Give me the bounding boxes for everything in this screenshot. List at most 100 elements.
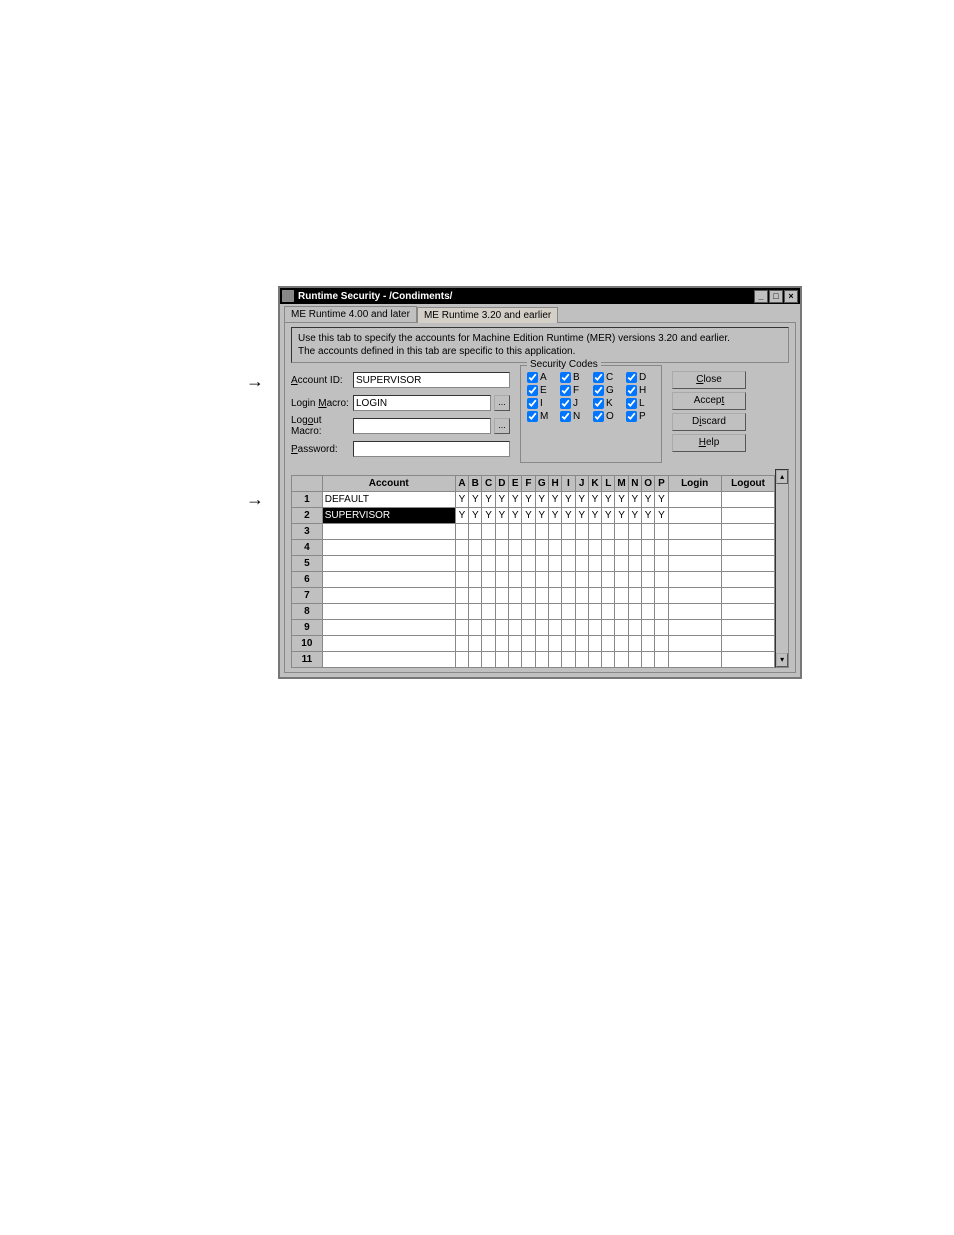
code-cell[interactable] bbox=[628, 620, 641, 636]
account-cell[interactable] bbox=[322, 636, 455, 652]
code-cell[interactable] bbox=[455, 588, 468, 604]
logout-cell[interactable] bbox=[721, 492, 775, 508]
grid-header-login[interactable]: Login bbox=[668, 476, 721, 492]
code-cell[interactable] bbox=[575, 636, 588, 652]
code-b[interactable]: B bbox=[560, 372, 589, 383]
code-cell[interactable] bbox=[575, 556, 588, 572]
accept-button[interactable]: Accept bbox=[672, 392, 746, 410]
code-cell[interactable] bbox=[495, 588, 508, 604]
grid-header-o[interactable]: O bbox=[641, 476, 654, 492]
code-cell[interactable] bbox=[575, 604, 588, 620]
code-cell[interactable] bbox=[641, 604, 654, 620]
code-c[interactable]: C bbox=[593, 372, 622, 383]
account-cell[interactable]: DEFAULT bbox=[322, 492, 455, 508]
code-h[interactable]: H bbox=[626, 385, 655, 396]
table-row[interactable]: 6 bbox=[292, 572, 775, 588]
code-cell[interactable] bbox=[562, 652, 575, 668]
code-cell[interactable] bbox=[602, 540, 615, 556]
login-cell[interactable] bbox=[668, 620, 721, 636]
code-cell[interactable] bbox=[522, 540, 535, 556]
code-l[interactable]: L bbox=[626, 398, 655, 409]
code-cell[interactable]: Y bbox=[575, 492, 588, 508]
code-cell[interactable] bbox=[588, 636, 601, 652]
code-cell[interactable] bbox=[588, 540, 601, 556]
row-number[interactable]: 5 bbox=[292, 556, 323, 572]
code-cell[interactable]: Y bbox=[602, 508, 615, 524]
row-number[interactable]: 11 bbox=[292, 652, 323, 668]
code-cell[interactable]: Y bbox=[522, 508, 535, 524]
code-cell[interactable] bbox=[641, 652, 654, 668]
logout-cell[interactable] bbox=[721, 620, 775, 636]
code-cell[interactable] bbox=[495, 540, 508, 556]
code-cell[interactable] bbox=[469, 556, 482, 572]
code-cell[interactable] bbox=[482, 636, 495, 652]
code-cell[interactable] bbox=[575, 652, 588, 668]
code-cell[interactable] bbox=[602, 620, 615, 636]
code-cell[interactable] bbox=[641, 540, 654, 556]
account-cell[interactable] bbox=[322, 604, 455, 620]
code-cell[interactable]: Y bbox=[509, 508, 522, 524]
code-cell[interactable] bbox=[628, 636, 641, 652]
grid-header-account[interactable]: Account bbox=[322, 476, 455, 492]
account-cell[interactable] bbox=[322, 540, 455, 556]
code-cell[interactable] bbox=[575, 524, 588, 540]
code-cell[interactable] bbox=[615, 572, 628, 588]
code-cell[interactable] bbox=[535, 572, 548, 588]
table-row[interactable]: 10 bbox=[292, 636, 775, 652]
code-cell[interactable] bbox=[469, 652, 482, 668]
login-cell[interactable] bbox=[668, 540, 721, 556]
row-number[interactable]: 1 bbox=[292, 492, 323, 508]
code-n[interactable]: N bbox=[560, 411, 589, 422]
code-cell[interactable]: Y bbox=[495, 492, 508, 508]
account-id-input[interactable] bbox=[353, 372, 510, 388]
code-cell[interactable] bbox=[509, 604, 522, 620]
code-cell[interactable] bbox=[482, 652, 495, 668]
row-number[interactable]: 4 bbox=[292, 540, 323, 556]
code-cell[interactable]: Y bbox=[548, 508, 561, 524]
code-cell[interactable] bbox=[509, 540, 522, 556]
code-cell[interactable]: Y bbox=[482, 508, 495, 524]
code-cell[interactable] bbox=[535, 556, 548, 572]
login-cell[interactable] bbox=[668, 492, 721, 508]
code-o[interactable]: O bbox=[593, 411, 622, 422]
code-cell[interactable]: Y bbox=[535, 508, 548, 524]
code-cell[interactable] bbox=[655, 540, 668, 556]
code-cell[interactable]: Y bbox=[562, 492, 575, 508]
grid-header-logout[interactable]: Logout bbox=[721, 476, 775, 492]
password-input[interactable] bbox=[353, 441, 510, 457]
code-cell[interactable] bbox=[615, 604, 628, 620]
code-cell[interactable] bbox=[575, 540, 588, 556]
row-number[interactable]: 9 bbox=[292, 620, 323, 636]
logout-cell[interactable] bbox=[721, 636, 775, 652]
code-cell[interactable] bbox=[615, 524, 628, 540]
login-cell[interactable] bbox=[668, 572, 721, 588]
login-cell[interactable] bbox=[668, 588, 721, 604]
code-cell[interactable] bbox=[602, 636, 615, 652]
code-cell[interactable] bbox=[588, 588, 601, 604]
grid-header-l[interactable]: L bbox=[602, 476, 615, 492]
code-cell[interactable] bbox=[615, 540, 628, 556]
code-cell[interactable] bbox=[562, 524, 575, 540]
account-cell[interactable] bbox=[322, 572, 455, 588]
code-cell[interactable] bbox=[575, 572, 588, 588]
code-cell[interactable] bbox=[602, 604, 615, 620]
code-cell[interactable] bbox=[562, 588, 575, 604]
code-cell[interactable] bbox=[548, 652, 561, 668]
row-number[interactable]: 3 bbox=[292, 524, 323, 540]
code-cell[interactable] bbox=[575, 620, 588, 636]
code-j[interactable]: J bbox=[560, 398, 589, 409]
code-cell[interactable] bbox=[548, 540, 561, 556]
code-e[interactable]: E bbox=[527, 385, 556, 396]
code-cell[interactable] bbox=[482, 620, 495, 636]
accounts-grid[interactable]: Account A B C D E F G H I J K L M N O P … bbox=[291, 475, 775, 668]
code-cell[interactable] bbox=[628, 572, 641, 588]
titlebar[interactable]: Runtime Security - /Condiments/ _ □ × bbox=[280, 288, 800, 304]
login-macro-input[interactable] bbox=[353, 395, 491, 411]
code-cell[interactable]: Y bbox=[655, 492, 668, 508]
code-cell[interactable] bbox=[482, 556, 495, 572]
grid-header-h[interactable]: H bbox=[548, 476, 561, 492]
code-cell[interactable] bbox=[535, 652, 548, 668]
close-button[interactable]: Close bbox=[672, 371, 746, 389]
discard-button[interactable]: Discard bbox=[672, 413, 746, 431]
code-cell[interactable] bbox=[522, 524, 535, 540]
